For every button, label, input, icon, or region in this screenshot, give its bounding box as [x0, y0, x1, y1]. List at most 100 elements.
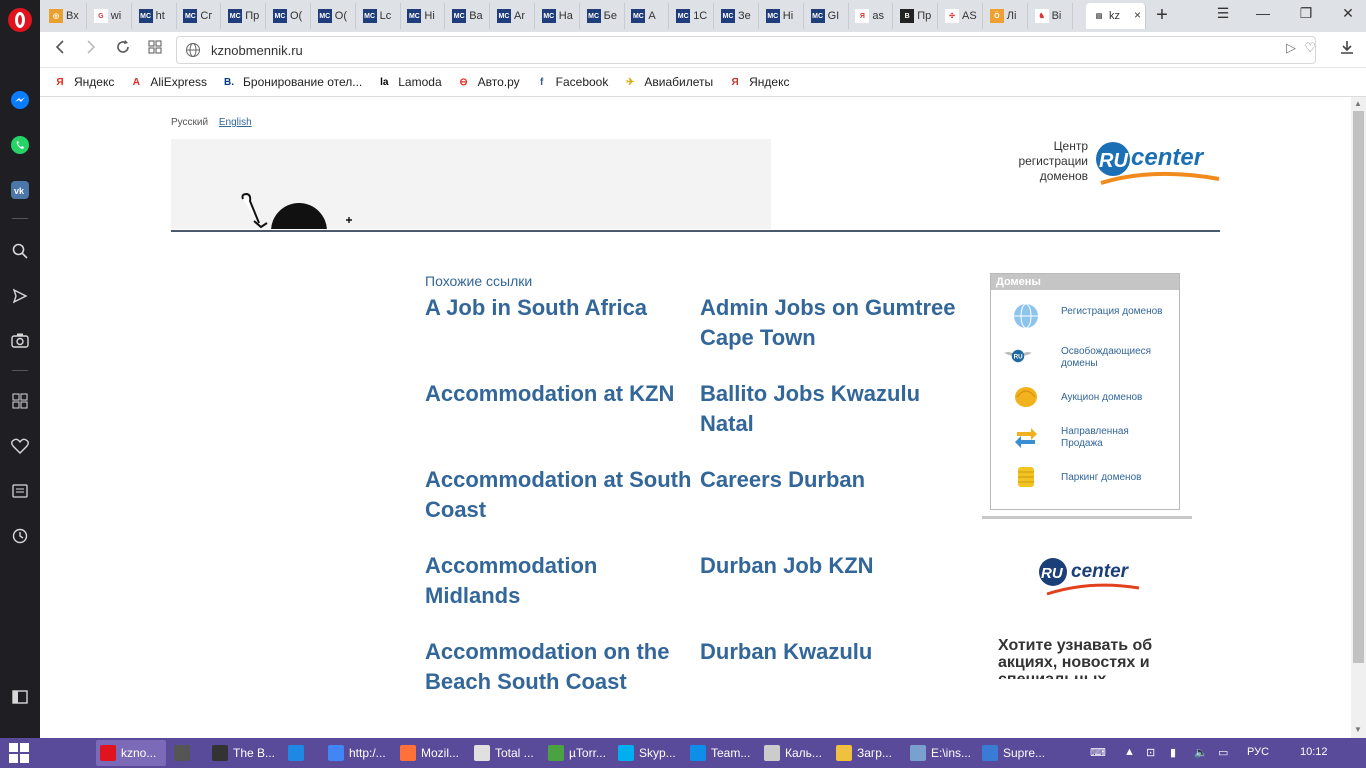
restore-button[interactable]: ❐ [1296, 5, 1316, 22]
tab-overview-icon[interactable] [145, 40, 165, 59]
browser-tab[interactable]: Яas [849, 3, 894, 29]
clock[interactable]: 10:12 [1300, 746, 1328, 758]
rucenter-header-logo[interactable]: Центр регистрации доменов RU center [985, 137, 1225, 197]
taskbar-app[interactable]: Team... [686, 740, 756, 766]
volume-icon[interactable]: 🔈 [1194, 746, 1208, 759]
browser-tab[interactable]: B Пр [894, 3, 939, 29]
taskbar-app[interactable] [170, 740, 204, 766]
tray-expand-icon[interactable]: ▲ [1124, 746, 1135, 758]
browser-tab[interactable]: MC А [625, 3, 670, 29]
bookmark-item[interactable]: ⊖ Авто.ру [456, 74, 519, 90]
browser-tab[interactable]: MC Сг [177, 3, 222, 29]
forward-button[interactable] [81, 40, 101, 59]
history-icon[interactable] [9, 525, 31, 547]
tab-close-icon[interactable]: × [1134, 8, 1141, 22]
browser-tab[interactable]: MC GI [805, 3, 849, 29]
related-link[interactable]: A Job in South Africa [425, 293, 697, 323]
domain-service-parking[interactable]: Паркинг доменов [991, 456, 1179, 496]
page-scrollbar[interactable]: ▲ ▼ [1351, 97, 1366, 738]
back-button[interactable] [50, 40, 70, 59]
network-icon[interactable]: ⊡ [1146, 746, 1155, 759]
browser-tab[interactable]: MC Зе [715, 3, 759, 29]
bookmark-item[interactable]: A AliExpress [128, 74, 207, 90]
whatsapp-icon[interactable] [9, 134, 31, 156]
browser-tab[interactable]: MC О( [267, 3, 311, 29]
browser-tab[interactable]: MC Ні [760, 3, 804, 29]
browser-tab[interactable]: Ö Лі [984, 3, 1028, 29]
taskbar-app[interactable]: Mozil... [396, 740, 466, 766]
browser-tab[interactable]: MC Ні [401, 3, 446, 29]
taskbar-app[interactable]: E:\ins... [906, 740, 974, 766]
notifications-icon[interactable]: ▭ [1218, 746, 1228, 759]
browser-tab[interactable]: MC Бе [581, 3, 625, 29]
domain-service-expiring[interactable]: RU Освобождающиеся домены [991, 336, 1179, 376]
related-link[interactable]: Durban Kwazulu [700, 637, 972, 667]
battery-icon[interactable]: ▮ [1170, 746, 1176, 759]
related-link[interactable]: Accommodation at KZN [425, 379, 697, 409]
related-link[interactable]: Admin Jobs on Gumtree Cape Town [700, 293, 972, 353]
taskbar-app[interactable]: Supre... [978, 740, 1048, 766]
opera-logo-icon[interactable] [8, 8, 32, 32]
send-icon[interactable] [9, 285, 31, 307]
bookmark-item[interactable]: Я Яндекс [727, 74, 790, 90]
taskbar-app[interactable]: Каль... [760, 740, 828, 766]
browser-tab[interactable]: MC Пр [222, 3, 267, 29]
taskbar-app[interactable]: kzno... [96, 740, 166, 766]
domain-service-auction[interactable]: Аукцион доменов [991, 376, 1179, 416]
browser-tab-active[interactable]: ▤ kz × [1086, 3, 1146, 29]
browser-tab[interactable]: MC Lc [357, 3, 401, 29]
browser-tab[interactable]: ✣ AS [939, 3, 983, 29]
input-language[interactable]: РУС [1247, 746, 1269, 758]
taskbar-app[interactable]: Skyp... [614, 740, 682, 766]
related-link[interactable]: Accommodation on the Beach South Coast [425, 637, 697, 697]
search-icon[interactable] [9, 240, 31, 262]
sidebar-toggle-icon[interactable] [9, 686, 31, 708]
messenger-icon[interactable] [9, 89, 31, 111]
bookmark-item[interactable]: f Facebook [534, 74, 608, 90]
related-link[interactable]: Durban Job KZN [700, 551, 972, 581]
taskbar-app[interactable]: http:/... [324, 740, 392, 766]
camera-icon[interactable] [9, 329, 31, 351]
browser-tab[interactable]: MC Ва [446, 3, 491, 29]
taskbar-app[interactable]: Total ... [470, 740, 540, 766]
browser-tab[interactable]: MC ht [133, 3, 177, 29]
browser-tab[interactable]: ♞ Bi [1029, 3, 1073, 29]
taskbar-app[interactable]: Загр... [832, 740, 902, 766]
bookmark-item[interactable]: Я Яндекс [52, 74, 114, 90]
start-button[interactable] [0, 738, 38, 768]
browser-tab[interactable]: MC О( [312, 3, 356, 29]
domain-service-directed-sale[interactable]: Направленная Продажа [991, 416, 1179, 456]
vk-icon[interactable]: vk [9, 179, 31, 201]
taskbar-app[interactable] [284, 740, 320, 766]
bookmark-heart-icon[interactable]: ♡ [1304, 40, 1316, 56]
reload-button[interactable] [113, 40, 133, 59]
lang-russian[interactable]: Русский [171, 117, 208, 128]
domain-service-registration[interactable]: Регистрация доменов [991, 296, 1179, 336]
browser-tab[interactable]: MC На [536, 3, 580, 29]
tab-menu-icon[interactable]: ☰ [1213, 5, 1233, 22]
url-field[interactable]: kznobmennik.ru [176, 36, 1316, 64]
bookmark-item[interactable]: ✈ Авиабилеты [622, 74, 713, 90]
heart-icon[interactable] [9, 435, 31, 457]
scroll-down-icon[interactable]: ▼ [1354, 725, 1362, 734]
browser-tab[interactable]: ◎ Вх [43, 3, 87, 29]
close-window-button[interactable]: ✕ [1338, 5, 1358, 22]
keyboard-icon[interactable]: ⌨ [1090, 746, 1106, 759]
share-icon[interactable]: ▷ [1286, 40, 1296, 56]
taskbar-app[interactable]: The B... [208, 740, 280, 766]
bookmark-item[interactable]: B. Бронирование отел... [221, 74, 362, 90]
taskbar-app[interactable]: µTorr... [544, 740, 610, 766]
bookmark-item[interactable]: la Lamoda [376, 74, 442, 90]
related-link[interactable]: Careers Durban [700, 465, 972, 495]
downloads-icon[interactable] [1340, 40, 1354, 57]
browser-tab[interactable]: Gwi [88, 3, 132, 29]
scrollbar-thumb[interactable] [1353, 111, 1364, 663]
scroll-up-icon[interactable]: ▲ [1354, 99, 1362, 108]
related-link[interactable]: Accommodation Midlands [425, 551, 697, 611]
browser-tab[interactable]: MC 1С [670, 3, 715, 29]
related-link[interactable]: Ballito Jobs Kwazulu Natal [700, 379, 972, 439]
rucenter-logo-sidebar[interactable]: RU center [1035, 552, 1145, 602]
new-tab-button[interactable]: + [1151, 4, 1173, 27]
related-link[interactable]: Accommodation at South Coast [425, 465, 697, 525]
news-icon[interactable] [9, 480, 31, 502]
